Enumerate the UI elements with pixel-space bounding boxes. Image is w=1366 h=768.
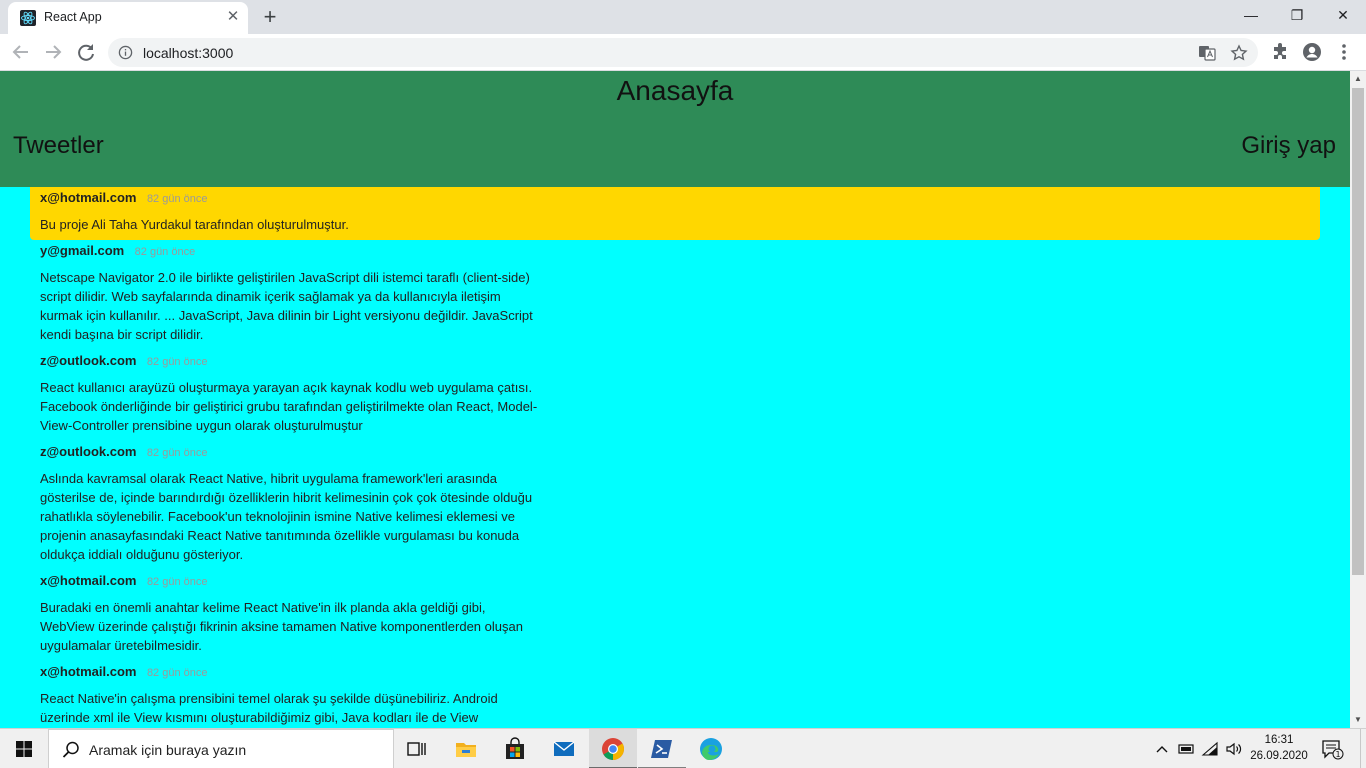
- scroll-up-arrow-icon[interactable]: ▲: [1350, 71, 1366, 87]
- url-text[interactable]: localhost:3000: [143, 45, 233, 61]
- tweet-timestamp: 82 gün önce: [146, 667, 208, 679]
- new-tab-button[interactable]: +: [256, 4, 284, 30]
- tweet-author-email: z@outlook.com: [40, 444, 137, 459]
- volume-icon[interactable]: [1224, 739, 1244, 759]
- tweet-text: Bu proje Ali Taha Yurdakul tarafından ol…: [40, 217, 349, 232]
- store-button[interactable]: [491, 729, 539, 768]
- page-scrollbar[interactable]: ▲ ▼: [1350, 71, 1366, 728]
- tab-strip: React App ✕ + — ❐ ✕: [0, 0, 1366, 34]
- nav-link-login[interactable]: Giriş yap: [1241, 132, 1336, 160]
- tweet-author-email: x@hotmail.com: [40, 664, 137, 679]
- react-logo-icon: [20, 10, 36, 26]
- tweet-timestamp: 82 gün önce: [146, 356, 208, 368]
- tweet-author-email: x@hotmail.com: [40, 190, 137, 205]
- profile-icon[interactable]: [1302, 42, 1322, 62]
- reload-icon[interactable]: [73, 39, 99, 65]
- tweet-item: z@outlook.com 82 gün önce React kullanıc…: [30, 350, 1320, 441]
- mail-button[interactable]: [540, 729, 588, 768]
- scrollbar-thumb[interactable]: [1352, 88, 1364, 575]
- powershell-icon: [651, 740, 672, 758]
- battery-icon[interactable]: [1176, 739, 1196, 759]
- tweet-text: Buradaki en önemli anahtar kelime React …: [40, 600, 523, 653]
- close-window-button[interactable]: ✕: [1320, 0, 1366, 30]
- edge-button[interactable]: [687, 729, 735, 768]
- tweet-feed: x@hotmail.com 82 gün önce Bu proje Ali T…: [30, 187, 1320, 728]
- tweet-timestamp: 82 gün önce: [146, 447, 208, 459]
- restore-button[interactable]: ❐: [1274, 0, 1320, 30]
- tweet-text: React Native'in çalışma prensibini temel…: [40, 691, 498, 725]
- tweet-text: React kullanıcı arayüzü oluşturmaya yara…: [40, 380, 538, 433]
- tab-title: React App: [44, 10, 102, 24]
- chrome-icon: [602, 738, 624, 760]
- windows-start-icon[interactable]: [0, 729, 48, 768]
- tweet-author-email: y@gmail.com: [40, 243, 125, 258]
- task-view-button[interactable]: [392, 729, 440, 768]
- info-icon[interactable]: [118, 45, 133, 60]
- store-bag-icon: [506, 737, 524, 759]
- show-desktop-button[interactable]: [1360, 729, 1366, 768]
- mail-icon: [553, 741, 575, 756]
- nav-link-tweets[interactable]: Tweetler: [13, 132, 104, 160]
- browser-tab[interactable]: React App ✕: [8, 2, 248, 34]
- address-bar[interactable]: localhost:3000: [108, 38, 1258, 67]
- tweet-item: y@gmail.com 82 gün önce Netscape Navigat…: [30, 240, 1320, 350]
- chrome-button[interactable]: [589, 729, 637, 768]
- app-header: Anasayfa Tweetler Giriş yap: [0, 71, 1350, 187]
- extensions-icon[interactable]: [1270, 42, 1290, 62]
- notification-center-button[interactable]: 1: [1320, 737, 1344, 761]
- browser-toolbar: localhost:3000: [0, 34, 1366, 71]
- clock-date: 26.09.2020: [1250, 750, 1308, 762]
- bookmark-star-icon[interactable]: [1230, 44, 1248, 62]
- search-icon: [62, 741, 79, 758]
- windows-taskbar: 16:31 26.09.2020 1: [0, 728, 1366, 768]
- edge-icon: [700, 738, 722, 760]
- notification-icon: 1: [1322, 740, 1344, 760]
- tweet-author-email: z@outlook.com: [40, 353, 137, 368]
- taskbar-search[interactable]: [48, 729, 394, 768]
- tweet-item: x@hotmail.com 82 gün önce React Native'i…: [30, 661, 1320, 728]
- tweet-timestamp: 82 gün önce: [146, 576, 208, 588]
- page-viewport: Anasayfa Tweetler Giriş yap x@hotmail.co…: [0, 71, 1350, 728]
- forward-arrow-icon[interactable]: [40, 39, 66, 65]
- close-tab-icon[interactable]: ✕: [224, 8, 242, 26]
- tweet-timestamp: 82 gün önce: [146, 193, 208, 205]
- scroll-down-arrow-icon[interactable]: ▼: [1350, 712, 1366, 728]
- tweet-timestamp: 82 gün önce: [134, 246, 196, 258]
- folder-icon: [456, 743, 476, 757]
- tweet-text: Aslında kavramsal olarak React Native, h…: [40, 471, 533, 562]
- tweet-author-email: x@hotmail.com: [40, 573, 137, 588]
- notification-count: 1: [1335, 750, 1340, 759]
- tweet-item: x@hotmail.com 82 gün önce Buradaki en ön…: [30, 570, 1320, 661]
- wifi-icon[interactable]: [1200, 739, 1220, 759]
- clock-time: 16:31: [1264, 734, 1294, 746]
- system-clock[interactable]: 16:31 26.09.2020: [1248, 732, 1310, 764]
- search-input[interactable]: [89, 740, 385, 760]
- powershell-button[interactable]: [638, 729, 686, 768]
- file-explorer-button[interactable]: [442, 729, 490, 768]
- back-arrow-icon[interactable]: [8, 39, 34, 65]
- minimize-button[interactable]: —: [1228, 0, 1274, 30]
- tweet-text: Netscape Navigator 2.0 ile birlikte geli…: [40, 270, 533, 342]
- task-view-icon: [407, 742, 426, 756]
- translate-icon[interactable]: [1198, 44, 1216, 62]
- page-title[interactable]: Anasayfa: [0, 75, 1350, 107]
- menu-dots-icon[interactable]: [1334, 42, 1354, 62]
- tweet-item: z@outlook.com 82 gün önce Aslında kavram…: [30, 441, 1320, 570]
- chevron-up-icon[interactable]: [1152, 739, 1172, 759]
- tweet-item: x@hotmail.com 82 gün önce Bu proje Ali T…: [30, 187, 1320, 240]
